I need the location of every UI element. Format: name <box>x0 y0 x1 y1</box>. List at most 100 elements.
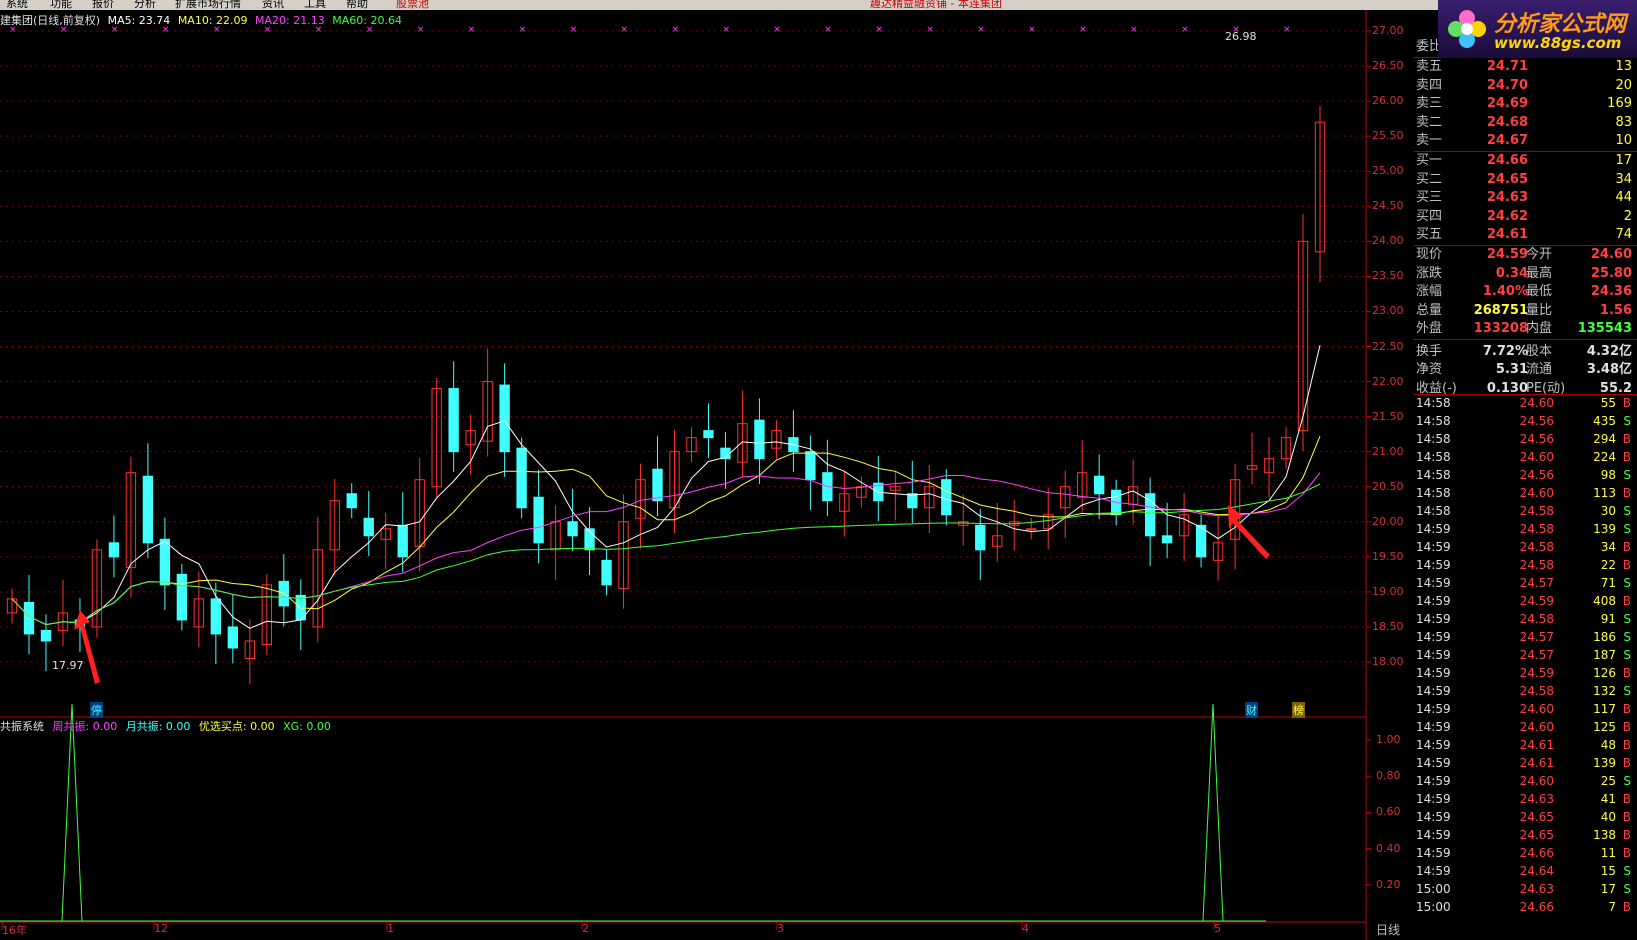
signal-marker: × <box>977 25 985 35</box>
date-tick-label: 4 <box>1022 922 1029 935</box>
tick-price: 24.60 <box>1519 720 1554 734</box>
tick-row[interactable]: 15:00 24.63 17 S <box>1414 880 1634 898</box>
date-tick-label: 1 <box>387 922 394 935</box>
window-title: 趣达精益融资铺 - 本连集团 <box>870 0 1002 10</box>
stat-value: 268751 <box>1473 302 1528 318</box>
tick-volume: 41 <box>1600 792 1616 806</box>
rank-tag[interactable]: 榜 <box>1292 702 1305 718</box>
price-tick-label: 19.50 <box>1372 549 1404 563</box>
menu-extended-market[interactable]: 扩展市场行情 <box>175 0 241 10</box>
tick-volume: 71 <box>1600 576 1616 590</box>
weekly-resonance-label: 周共振: 0.00 <box>52 720 118 733</box>
tick-side: S <box>1623 684 1631 698</box>
menu-bar: 系统 功能 报价 分析 扩展市场行情 资讯 工具 帮助 股票池 趣达精益融资铺 … <box>0 0 1637 10</box>
tick-volume: 91 <box>1600 612 1616 626</box>
tick-row[interactable]: 14:59 24.59 408 B <box>1414 592 1634 610</box>
tick-price: 24.66 <box>1519 846 1554 860</box>
candle-body <box>1161 535 1173 544</box>
level-price: 24.63 <box>1486 190 1528 205</box>
tick-row[interactable]: 14:58 24.56 98 S <box>1414 466 1634 484</box>
tick-row[interactable]: 14:59 24.65 138 B <box>1414 826 1634 844</box>
level-label: 买五 <box>1416 227 1443 242</box>
tick-row[interactable]: 14:58 24.60 224 B <box>1414 448 1634 466</box>
tick-time: 14:59 <box>1416 684 1451 698</box>
period-tab[interactable]: 日线 <box>1376 921 1400 938</box>
kline-chart[interactable]: × × × × × × × × × × × × × × × × × × × × × × × × × × <box>0 10 1414 940</box>
tick-row[interactable]: 14:58 24.60 55 B <box>1414 394 1634 412</box>
stat-label-2: 量比 <box>1526 302 1553 318</box>
tick-price: 24.63 <box>1519 792 1554 806</box>
price-tick-label: 19.00 <box>1372 584 1404 598</box>
tick-row[interactable]: 14:59 24.65 40 B <box>1414 808 1634 826</box>
menu-tools[interactable]: 工具 <box>304 0 326 10</box>
tick-row[interactable]: 14:59 24.61 139 B <box>1414 754 1634 772</box>
tick-row[interactable]: 15:00 24.66 7 B <box>1414 898 1634 916</box>
tick-row[interactable]: 14:58 24.58 30 S <box>1414 502 1634 520</box>
menu-system[interactable]: 系统 <box>6 0 28 10</box>
tick-row[interactable]: 14:59 24.60 125 B <box>1414 718 1634 736</box>
candle-body <box>1093 475 1105 495</box>
candle-body <box>601 559 612 586</box>
buy-arrow-icon <box>74 610 100 684</box>
stat-value: 1.40% <box>1482 284 1528 299</box>
tick-price: 24.61 <box>1519 738 1554 752</box>
tick-time: 14:58 <box>1416 450 1451 464</box>
tick-row[interactable]: 14:59 24.59 126 B <box>1414 664 1634 682</box>
tick-row[interactable]: 14:59 24.58 91 S <box>1414 610 1634 628</box>
tick-row[interactable]: 14:58 24.56 435 S <box>1414 412 1634 430</box>
suspend-tag[interactable]: 停 <box>90 702 103 718</box>
tick-time: 14:59 <box>1416 648 1451 662</box>
xg-label: XG: 0.00 <box>283 720 331 733</box>
level-price: 24.70 <box>1486 77 1528 93</box>
tick-row[interactable]: 14:58 24.56 294 B <box>1414 430 1634 448</box>
tick-row[interactable]: 14:59 24.58 34 B <box>1414 538 1634 556</box>
menu-quote[interactable]: 报价 <box>92 0 114 10</box>
price-tick-label: 25.50 <box>1372 129 1404 143</box>
tick-time: 14:59 <box>1416 594 1451 608</box>
tick-row[interactable]: 14:58 24.60 113 B <box>1414 484 1634 502</box>
stat-label-2: 最高 <box>1526 265 1553 281</box>
tick-row[interactable]: 14:59 24.57 187 S <box>1414 646 1634 664</box>
tick-row[interactable]: 14:59 24.60 117 B <box>1414 700 1634 718</box>
signal-marker: × <box>773 25 781 35</box>
tick-row[interactable]: 14:59 24.66 11 B <box>1414 844 1634 862</box>
price-tick-label: 24.50 <box>1372 199 1404 213</box>
tick-side: S <box>1623 630 1631 644</box>
tick-price: 24.65 <box>1519 810 1554 824</box>
tick-row[interactable]: 14:59 24.61 48 B <box>1414 736 1634 754</box>
price-tick-label: 21.50 <box>1372 409 1404 423</box>
stat-value-2: 3.48亿 <box>1586 362 1632 377</box>
tick-volume: 7 <box>1608 900 1616 914</box>
candle-body <box>346 493 357 509</box>
tick-row[interactable]: 14:59 24.58 22 B <box>1414 556 1634 574</box>
indicator-name: 共振系统 <box>0 720 44 733</box>
menu-news[interactable]: 资讯 <box>262 0 284 10</box>
tick-row[interactable]: 14:59 24.58 132 S <box>1414 682 1634 700</box>
stats-row: 总量 268751 量比 1.56 <box>1414 302 1634 320</box>
signal-marker: × <box>468 25 476 35</box>
tick-row[interactable]: 14:59 24.57 186 S <box>1414 628 1634 646</box>
finance-tag[interactable]: 财 <box>1245 702 1258 718</box>
tick-row[interactable]: 14:59 24.64 15 S <box>1414 862 1634 880</box>
menu-stock-pool[interactable]: 股票池 <box>396 0 429 10</box>
candle-body <box>210 598 222 635</box>
tick-row[interactable]: 14:59 24.57 71 S <box>1414 574 1634 592</box>
order-book-row: 卖一 24.67 10 <box>1414 132 1634 150</box>
tick-row[interactable]: 14:59 24.63 41 B <box>1414 790 1634 808</box>
level-volume: 13 <box>1615 59 1632 74</box>
stat-value-2: 135543 <box>1577 321 1632 336</box>
tick-row[interactable]: 14:59 24.60 25 S <box>1414 772 1634 790</box>
tick-time: 14:59 <box>1416 540 1451 554</box>
menu-function[interactable]: 功能 <box>50 0 72 10</box>
stat-value: 24.59 <box>1486 247 1528 262</box>
level-volume: 169 <box>1607 96 1632 111</box>
level-price: 24.71 <box>1486 59 1528 74</box>
menu-analysis[interactable]: 分析 <box>134 0 156 10</box>
tick-price: 24.64 <box>1519 864 1554 878</box>
tick-side: B <box>1622 720 1631 734</box>
tick-row[interactable]: 14:59 24.58 139 S <box>1414 520 1634 538</box>
level-volume: 74 <box>1615 227 1632 242</box>
menu-help[interactable]: 帮助 <box>346 0 368 10</box>
tick-time: 14:59 <box>1416 738 1451 752</box>
price-tick-label: 27.00 <box>1372 24 1404 37</box>
